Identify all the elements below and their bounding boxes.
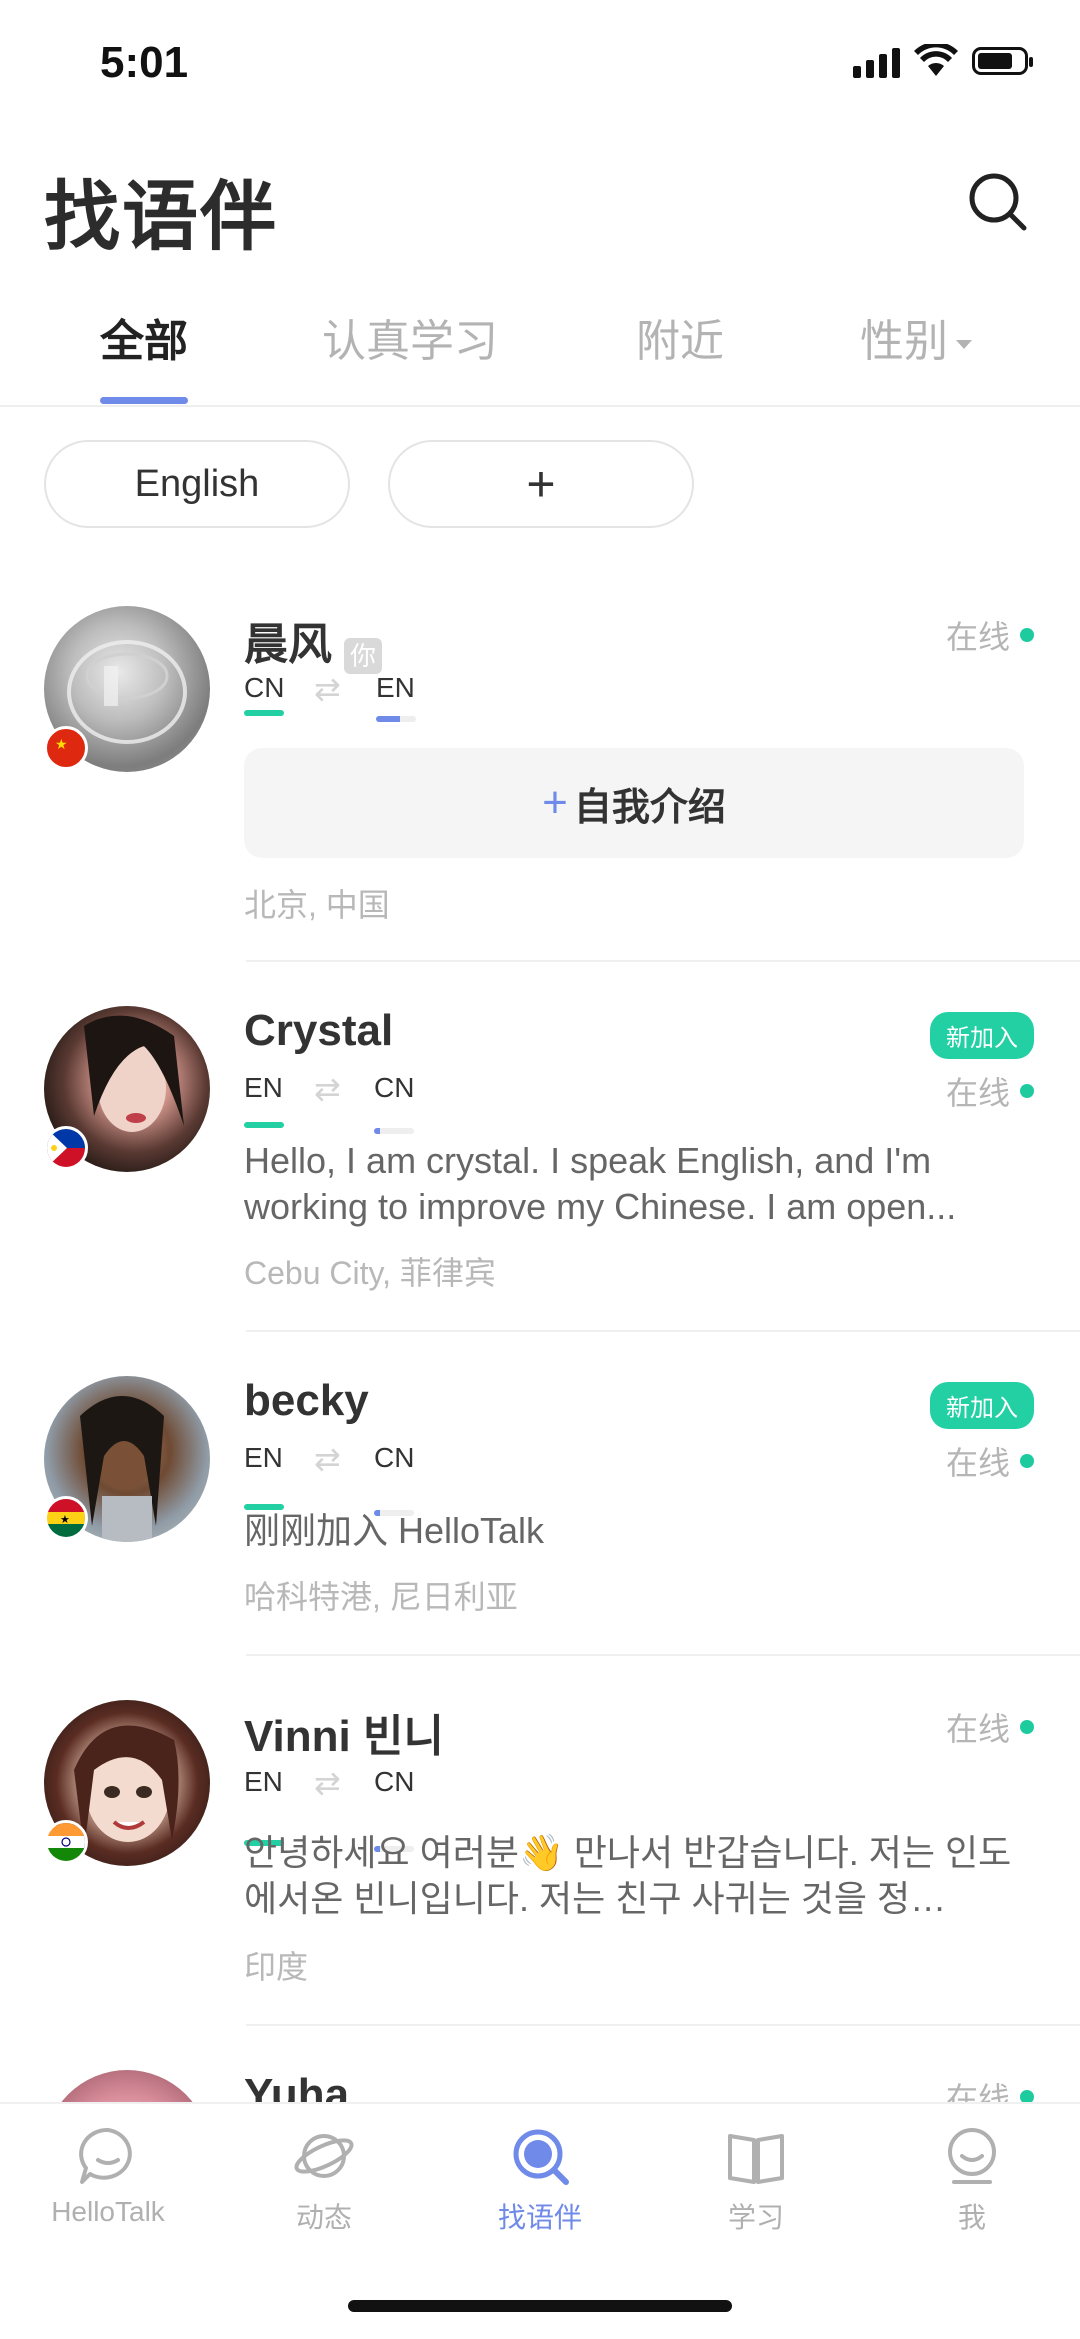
tab-active-indicator [100,397,188,404]
user-location: Cebu City, 菲律宾 [244,1255,496,1291]
nav-label: 动态 [295,2202,352,2233]
flag-china-icon: ★ [44,726,88,770]
learning-language-bar [374,1128,414,1134]
nav-me[interactable]: 我 [892,2124,1052,2236]
native-language: EN [244,1072,283,1103]
nav-learn[interactable]: 学习 [676,2124,836,2236]
native-language: EN [244,1766,283,1797]
online-status: 在线 [946,1068,1034,1114]
online-status-label: 在线 [945,1711,1010,1747]
learning-language: EN [376,672,415,703]
nav-find-partners[interactable]: 找语伴 [460,2124,620,2236]
new-member-badge: 新加入 [930,1382,1034,1429]
user-name[interactable]: 晨风 [244,620,332,669]
user-bio: 안녕하세요 여러분👋 만나서 반갑습니다. 저는 인도에서온 빈니입니다. 저는… [244,1830,1034,1922]
swap-icon: ⇄ [314,1765,341,1801]
divider [246,2024,1080,2026]
learning-language-bar [376,716,416,722]
flag-philippines-icon [44,1126,88,1170]
nav-hellotalk[interactable]: HelloTalk [28,2124,188,2228]
search-icon [513,2129,569,2185]
tab-serious-learning[interactable]: 认真学习 [322,305,498,369]
online-status: 在线 [946,1704,1034,1750]
user-name[interactable]: Vinni 빈니 [244,1700,444,1764]
status-time: 5:01 [100,38,189,87]
add-filter-button[interactable]: + [388,440,694,528]
user-location: 北京, 中国 [244,887,390,923]
book-icon [728,2134,784,2184]
flag-ghana-icon: ★ [44,1496,88,1540]
user-name[interactable]: Crystal [244,1006,393,1056]
user-bio-text: 안녕하세요 여러분👋 만나서 반갑습니다. 저는 인도에서온 빈니입니다. 저는… [244,1832,1012,1919]
tab-bar: 全部 认真学习 附近 性别 [0,305,1080,407]
page-title: 找语伴 [44,175,278,260]
tab-nearby[interactable]: 附近 [636,305,724,369]
svg-text:★: ★ [60,1514,70,1526]
learning-language: CN [374,1442,415,1473]
online-dot-icon [1020,628,1034,642]
online-dot-icon [1020,1454,1034,1468]
native-language: EN [244,1442,283,1473]
native-language-bar [244,710,284,716]
chat-bubble-icon [79,2127,132,2184]
flag-india-icon [44,1820,88,1864]
native-language-bar [244,1122,284,1128]
you-badge: 你 [344,638,383,675]
online-status-label: 在线 [945,1075,1010,1111]
user-name[interactable]: becky [244,1376,369,1426]
svg-text:★: ★ [55,736,68,752]
language-filter-chip[interactable]: English [44,440,350,528]
cellular-signal-icon [853,44,900,78]
online-status-label: 在线 [945,1445,1010,1481]
status-icons [853,44,1033,78]
user-location: 印度 [244,1949,309,1985]
divider [246,960,1080,962]
self-intro-button[interactable]: + 自我介绍 [244,748,1024,858]
swap-icon: ⇄ [314,1441,341,1477]
self-intro-label: 自我介绍 [573,786,726,829]
wifi-icon [914,44,958,76]
swap-icon: ⇄ [314,1071,341,1107]
online-status: 在线 [946,612,1034,658]
online-dot-icon [1020,1720,1034,1734]
nav-label: 我 [957,2202,986,2233]
user-name-row: 晨风你 [244,608,383,675]
online-status-label: 在线 [945,619,1010,655]
swap-icon: ⇄ [314,671,341,707]
plus-icon: + [542,778,568,827]
user-bio-text: Hello, I am crystal. I speak English, an… [244,1140,957,1227]
search-icon[interactable] [966,170,1030,234]
user-location: 哈科特港, 尼日利亚 [244,1579,518,1615]
user-bio: 刚刚加入 HelloTalk [244,1510,545,1551]
tab-gender-label: 性别 [860,317,948,366]
tab-gender[interactable]: 性别 [860,305,972,369]
divider [246,1330,1080,1332]
learning-language: CN [374,1766,415,1797]
user-bio: Hello, I am crystal. I speak English, an… [244,1138,1034,1230]
learning-language: CN [374,1072,415,1103]
online-dot-icon [1020,1084,1034,1098]
nav-label: 找语伴 [497,2202,582,2233]
nav-label: 学习 [727,2202,784,2233]
tab-all[interactable]: 全部 [100,305,188,369]
new-member-badge: 新加入 [930,1012,1034,1059]
profile-icon [948,2128,996,2184]
chevron-down-icon [956,339,972,349]
planet-icon [294,2134,354,2178]
nav-label: HelloTalk [51,2196,165,2227]
battery-icon [972,47,1033,75]
divider [246,1654,1080,1656]
nav-moments[interactable]: 动态 [244,2124,404,2236]
native-language: CN [244,672,285,703]
home-indicator[interactable] [348,2300,732,2312]
online-status: 在线 [946,1438,1034,1484]
